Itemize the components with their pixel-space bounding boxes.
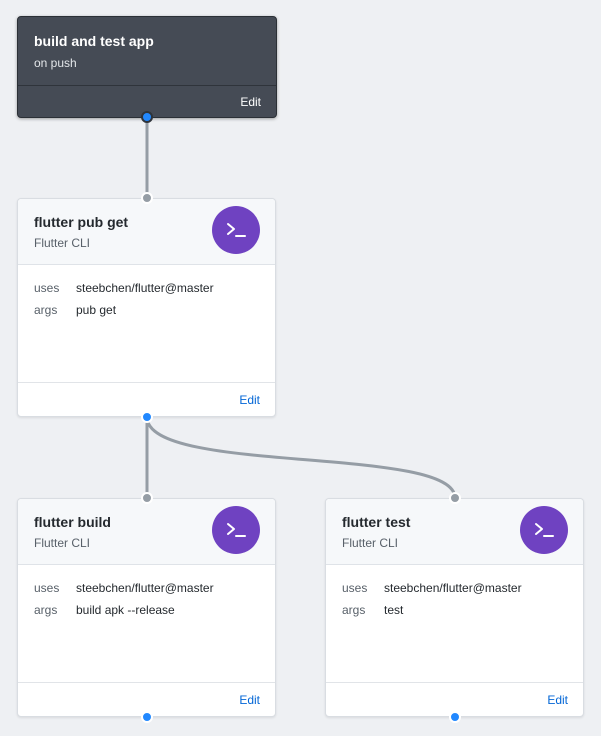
test-output-port[interactable] [449, 711, 461, 723]
action-edit-link[interactable]: Edit [547, 693, 568, 707]
action-card-header: flutter pub get Flutter CLI [18, 199, 275, 265]
field-value: build apk --release [76, 603, 175, 617]
terminal-icon [212, 206, 260, 254]
field-row-uses: uses steebchen/flutter@master [34, 581, 263, 603]
action-subtitle: Flutter CLI [34, 236, 91, 250]
test-input-port[interactable] [449, 492, 461, 504]
field-row-uses: uses steebchen/flutter@master [34, 281, 263, 303]
field-key: args [342, 603, 366, 617]
build-output-port[interactable] [141, 711, 153, 723]
terminal-icon [520, 506, 568, 554]
terminal-icon [212, 506, 260, 554]
workflow-output-port[interactable] [141, 111, 153, 123]
workflow-title: build and test app [34, 33, 154, 49]
field-key: uses [342, 581, 368, 595]
action-card-header: flutter build Flutter CLI [18, 499, 275, 565]
field-key: args [34, 603, 58, 617]
field-key: args [34, 303, 58, 317]
action-subtitle: Flutter CLI [342, 536, 399, 550]
edge-pub-get-to-test [145, 416, 457, 499]
field-value: steebchen/flutter@master [76, 581, 214, 595]
workflow-edit-link[interactable]: Edit [240, 95, 261, 109]
field-value: steebchen/flutter@master [384, 581, 522, 595]
action-edit-link[interactable]: Edit [239, 393, 260, 407]
workflow-card[interactable]: build and test app on push Edit [17, 16, 277, 118]
field-value: test [384, 603, 404, 617]
action-card-test[interactable]: flutter test Flutter CLI uses steebchen/… [325, 498, 584, 717]
action-card-build[interactable]: flutter build Flutter CLI uses steebchen… [17, 498, 276, 717]
field-row-uses: uses steebchen/flutter@master [342, 581, 571, 603]
action-card-header: flutter test Flutter CLI [326, 499, 583, 565]
action-fields: uses steebchen/flutter@master args pub g… [34, 281, 263, 325]
action-title: flutter build [34, 514, 111, 530]
field-row-args: args build apk --release [34, 603, 263, 625]
field-key: uses [34, 281, 60, 295]
action-title: flutter test [342, 514, 411, 530]
action-fields: uses steebchen/flutter@master args test [342, 581, 571, 625]
workflow-trigger: on push [34, 56, 77, 70]
field-row-args: args pub get [34, 303, 263, 325]
action-card-pub-get[interactable]: flutter pub get Flutter CLI uses steebch… [17, 198, 276, 417]
field-value: pub get [76, 303, 117, 317]
build-input-port[interactable] [141, 492, 153, 504]
pub-get-input-port[interactable] [141, 192, 153, 204]
action-fields: uses steebchen/flutter@master args build… [34, 581, 263, 625]
action-title: flutter pub get [34, 214, 129, 230]
action-edit-link[interactable]: Edit [239, 693, 260, 707]
action-subtitle: Flutter CLI [34, 536, 91, 550]
field-row-args: args test [342, 603, 571, 625]
pub-get-output-port[interactable] [141, 411, 153, 423]
field-key: uses [34, 581, 60, 595]
field-value: steebchen/flutter@master [76, 281, 214, 295]
